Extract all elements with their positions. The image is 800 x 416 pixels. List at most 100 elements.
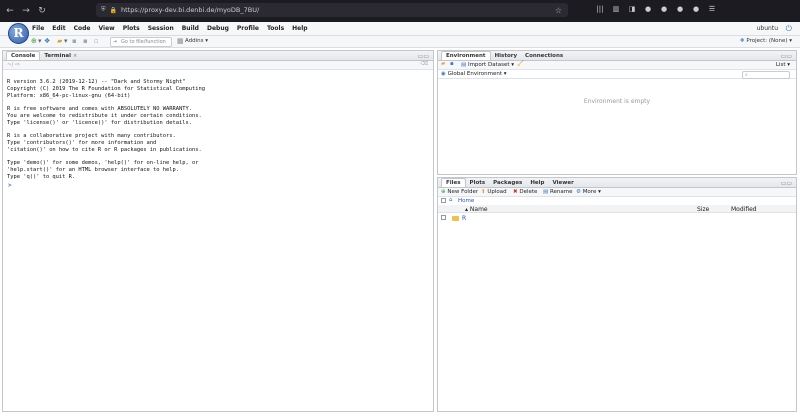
save-workspace-icon[interactable]: ▪: [450, 61, 454, 67]
new-folder-button[interactable]: ⊕ New Folder: [441, 189, 478, 195]
tab[interactable]: History: [491, 52, 521, 60]
pane-maximize-icon[interactable]: ▭▭: [418, 53, 429, 60]
tab-label: Console: [11, 53, 36, 59]
clear-console-icon[interactable]: ⌫: [420, 61, 428, 67]
home-icon[interactable]: ⌂: [449, 197, 453, 203]
menu-item[interactable]: Tools: [267, 25, 284, 32]
new-folder-icon: ⊕: [441, 189, 446, 195]
browser-toolbar: ← → ↻ ⛨ 🔒 https://proxy-dev.bi.denbi.de/…: [0, 0, 800, 22]
dropdown-icon[interactable]: ▾: [38, 37, 42, 46]
pane-minimize-icon[interactable]: ▭▭: [781, 180, 792, 187]
shield-icon[interactable]: ⛨: [101, 6, 106, 14]
pane-minimize-icon[interactable]: ▭▭: [781, 53, 792, 60]
console-line: Type 'contributors()' for more informati…: [7, 139, 157, 146]
rename-icon: ▤: [543, 189, 549, 195]
new-project-icon[interactable]: ❖: [44, 37, 50, 46]
console-output[interactable]: R version 3.6.2 (2019-12-12) -- "Dark an…: [3, 70, 433, 180]
file-name-link[interactable]: R: [462, 215, 466, 222]
search-icon: ⌕: [745, 72, 748, 78]
column-size-header[interactable]: Size: [697, 206, 709, 213]
forward-icon[interactable]: →: [20, 5, 32, 17]
project-icon: ❖: [739, 38, 745, 44]
lock-icon[interactable]: 🔒: [110, 7, 117, 14]
load-workspace-icon[interactable]: ▰: [441, 61, 445, 67]
tab[interactable]: Terminal ×: [40, 52, 81, 60]
save-all-icon[interactable]: ▪: [83, 37, 88, 46]
menu-item[interactable]: Profile: [237, 25, 259, 32]
column-name-header[interactable]: ▴ Name: [465, 206, 488, 213]
rename-button[interactable]: ▤ Rename: [543, 189, 573, 195]
sign-out-icon[interactable]: ⏻: [786, 24, 792, 34]
broom-icon[interactable]: 🧹: [517, 61, 524, 67]
list-view-toggle[interactable]: List ▾: [776, 62, 790, 68]
row-checkbox[interactable]: [441, 215, 446, 220]
reload-icon[interactable]: ↻: [36, 5, 48, 17]
import-dataset-button[interactable]: ▤ Import Dataset ▾: [461, 62, 514, 68]
close-tab-icon[interactable]: ×: [71, 53, 78, 59]
more-label: More: [582, 189, 597, 195]
menu-item[interactable]: Plots: [123, 25, 140, 32]
tab-label: Environment: [446, 53, 486, 59]
breadcrumb-home[interactable]: Home: [458, 198, 474, 204]
console-line: R version 3.6.2 (2019-12-12) -- "Dark an…: [7, 79, 186, 85]
console-line: You are welcome to redistribute it under…: [7, 112, 202, 119]
bookmark-star-icon[interactable]: ☆: [555, 6, 562, 15]
tab[interactable]: Console: [6, 51, 41, 60]
upload-icon: ⬆: [481, 189, 486, 195]
grid-icon[interactable]: ▦: [177, 37, 184, 46]
delete-button[interactable]: ✖ Delete: [513, 189, 537, 195]
browser-extension-icon[interactable]: ▥: [611, 4, 621, 14]
select-all-checkbox[interactable]: [441, 198, 446, 203]
browser-extension-icon[interactable]: |||: [595, 4, 605, 14]
addins-label: Addins: [185, 38, 204, 44]
browser-extension-icon[interactable]: ●: [675, 4, 685, 14]
console-line: R is free software and comes with ABSOLU…: [7, 106, 192, 112]
menu-item[interactable]: Help: [292, 25, 307, 32]
save-icon[interactable]: ▪: [72, 37, 77, 46]
upload-button[interactable]: ⬆ Upload: [481, 189, 507, 195]
menu-item[interactable]: View: [99, 25, 115, 32]
new-folder-label: New Folder: [447, 189, 479, 195]
menubar: File Edit Code View Plots Session Build Debug Pr…: [0, 22, 800, 36]
tab[interactable]: Environment: [441, 51, 491, 60]
scope-dropdown[interactable]: ◉ Global Environment ▾: [441, 71, 507, 77]
browser-extension-icon[interactable]: ●: [643, 4, 653, 14]
browser-extension-icon[interactable]: ●: [659, 4, 669, 14]
print-icon[interactable]: ▫: [94, 37, 99, 46]
browser-extension-icon[interactable]: ◨: [627, 4, 637, 14]
tab[interactable]: Packages: [489, 179, 526, 187]
menu-item[interactable]: Debug: [207, 25, 229, 32]
more-button[interactable]: ⚙ More ▾: [576, 189, 601, 195]
upload-label: Upload: [487, 189, 507, 195]
menu-item[interactable]: File: [32, 25, 44, 32]
addins-menu[interactable]: Addins ▾: [185, 38, 208, 44]
open-folder-icon[interactable]: ▰: [57, 37, 62, 46]
delete-icon: ✖: [513, 189, 518, 195]
console-pane: Console Terminal × ▭▭ ~/ ⇨ ⌫ R version 3.6…: [2, 50, 434, 412]
goto-file-input[interactable]: ➜ Go to file/function: [110, 37, 172, 47]
project-menu[interactable]: ❖ Project: (None) ▾: [740, 38, 792, 44]
browser-extension-icon[interactable]: ●: [691, 4, 701, 14]
tab[interactable]: Plots: [466, 179, 490, 187]
browser-extension-icon[interactable]: ☰: [707, 4, 717, 14]
new-file-icon[interactable]: ⊕: [31, 37, 37, 46]
working-dir-icon: ~/ ⇨: [7, 62, 20, 68]
back-icon[interactable]: ←: [4, 5, 16, 17]
dropdown-icon[interactable]: ▾: [64, 37, 68, 46]
tab[interactable]: Viewer: [548, 179, 577, 187]
tab[interactable]: Connections: [521, 52, 567, 60]
url-bar[interactable]: ⛨ 🔒 https://proxy-dev.bi.denbi.de/myoDB_…: [96, 3, 568, 17]
tab[interactable]: Files: [441, 178, 466, 187]
menu-item[interactable]: Session: [148, 25, 174, 32]
environment-search-input[interactable]: ⌕: [742, 71, 790, 79]
console-line: 'help.start()' for an HTML browser inter…: [7, 166, 180, 173]
menu-item[interactable]: Build: [182, 25, 199, 32]
import-label: Import Dataset: [467, 62, 510, 68]
menu-item[interactable]: Edit: [52, 25, 65, 32]
menu-item[interactable]: Code: [74, 25, 91, 32]
table-row[interactable]: R: [438, 213, 796, 223]
console-prompt[interactable]: >: [8, 182, 12, 189]
tab[interactable]: Help: [526, 179, 548, 187]
column-modified-header[interactable]: Modified: [731, 206, 757, 213]
